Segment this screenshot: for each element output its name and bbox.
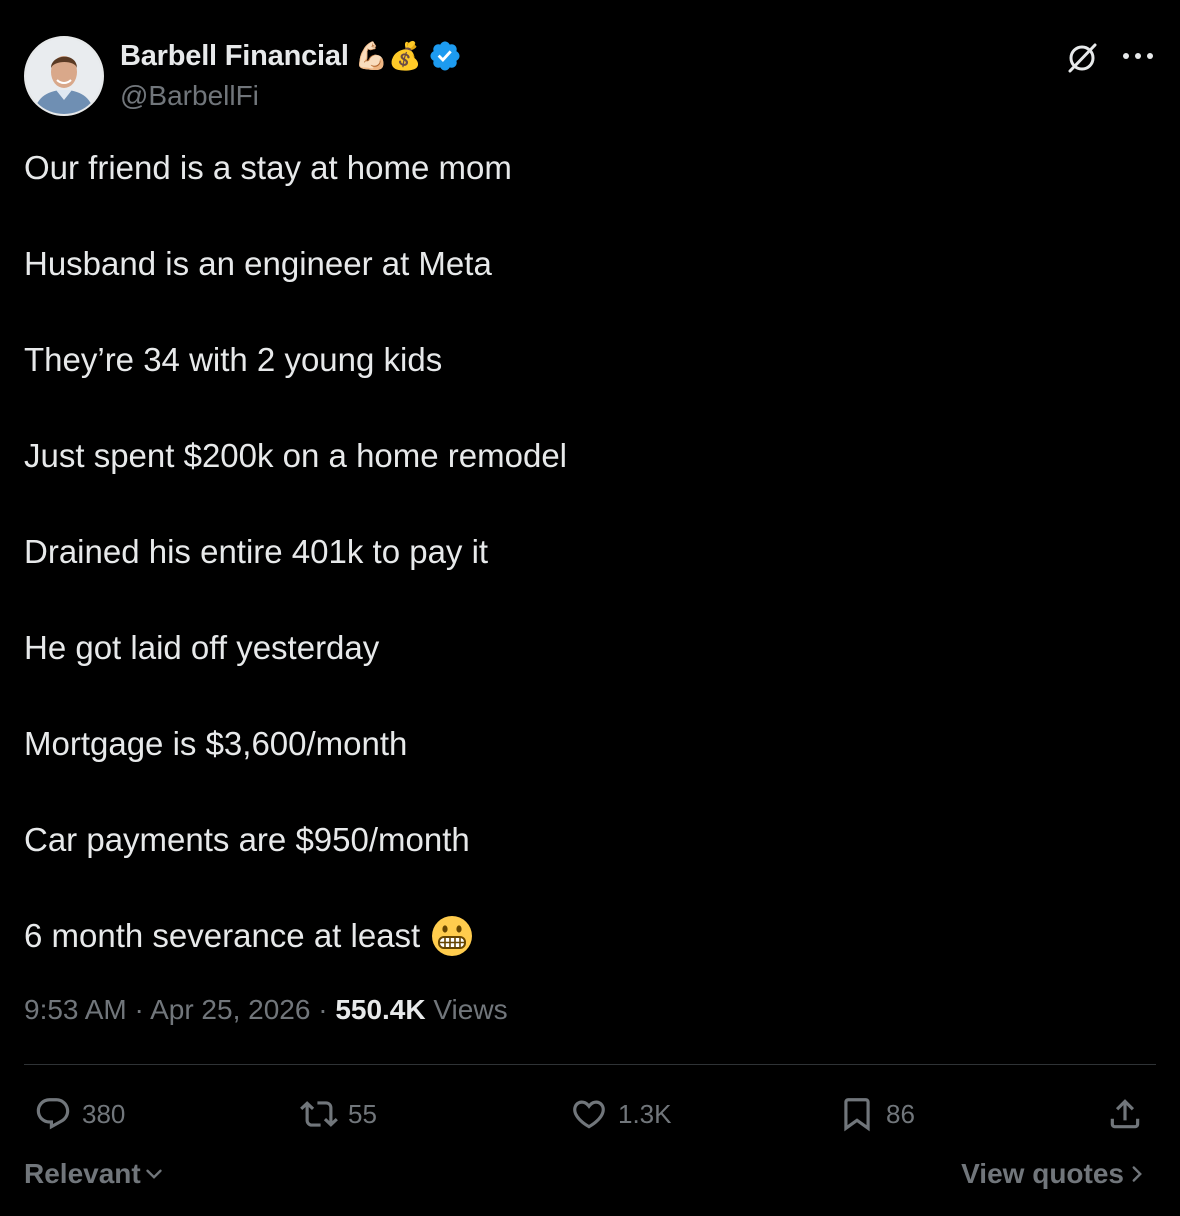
share-icon	[1110, 1099, 1140, 1129]
tweet-line: Just spent $200k on a home remodel	[24, 437, 568, 474]
meta-separator: ·	[318, 994, 336, 1025]
tweet-metadata: 9:53 AM · Apr 25, 2026 · 550.4K Views	[24, 994, 508, 1026]
reply-icon	[36, 1098, 70, 1130]
grok-icon[interactable]	[1064, 40, 1100, 76]
reply-button[interactable]: 380	[34, 1094, 125, 1134]
tweet-line: Mortgage is $3,600/month	[24, 725, 408, 762]
heart-icon	[573, 1100, 605, 1129]
tweet-line: They’re 34 with 2 young kids	[24, 341, 443, 378]
grimacing-face-icon	[430, 914, 474, 958]
tweet-text: Our friend is a stay at home mom Husband…	[24, 146, 1154, 958]
tweet-line: 6 month severance at least	[24, 917, 421, 954]
view-quotes-link[interactable]: View quotes	[961, 1158, 1150, 1190]
sort-label: Relevant	[24, 1158, 141, 1189]
sort-replies-dropdown[interactable]: Relevant	[24, 1158, 167, 1190]
author-handle[interactable]: @BarbellFi	[120, 80, 259, 112]
like-count: 1.3K	[618, 1098, 672, 1129]
author-display-name[interactable]: Barbell Financial	[120, 40, 349, 73]
views-label: Views	[433, 994, 508, 1025]
chevron-down-icon	[146, 1169, 162, 1179]
meta-separator: ·	[134, 994, 151, 1025]
tweet-line: Husband is an engineer at Meta	[24, 245, 492, 282]
divider	[24, 1064, 1156, 1065]
avatar[interactable]	[24, 36, 104, 116]
bookmark-button[interactable]: 86	[838, 1094, 915, 1134]
tweet-line: Drained his entire 401k to pay it	[24, 533, 489, 570]
verified-badge-icon[interactable]	[428, 39, 462, 73]
repost-count: 55	[348, 1098, 377, 1129]
tweet-line: He got laid off yesterday	[24, 629, 380, 666]
more-options-icon[interactable]	[1120, 44, 1156, 72]
avatar-portrait-icon	[26, 38, 102, 114]
repost-button[interactable]: 55	[300, 1094, 377, 1134]
bookmark-icon	[844, 1098, 870, 1132]
tweet-line: Our friend is a stay at home mom	[24, 149, 512, 186]
reply-count: 380	[82, 1098, 126, 1129]
tweet-time[interactable]: 9:53 AM	[24, 994, 127, 1025]
view-quotes-label: View quotes	[961, 1158, 1124, 1189]
author-name-emojis: 💪🏻💰	[354, 40, 422, 71]
author-name-row: Barbell Financial 💪🏻💰	[120, 38, 462, 74]
repost-icon	[300, 1101, 338, 1127]
tweet-line-last: 6 month severance at least	[24, 914, 1154, 958]
like-button[interactable]: 1.3K	[570, 1094, 672, 1134]
chevron-right-icon	[1132, 1166, 1142, 1182]
tweet-line: Car payments are $950/month	[24, 821, 470, 858]
share-button[interactable]	[1106, 1094, 1154, 1134]
views-count[interactable]: 550.4K	[335, 994, 425, 1025]
tweet-date[interactable]: Apr 25, 2026	[150, 994, 310, 1025]
bookmark-count: 86	[886, 1098, 915, 1129]
